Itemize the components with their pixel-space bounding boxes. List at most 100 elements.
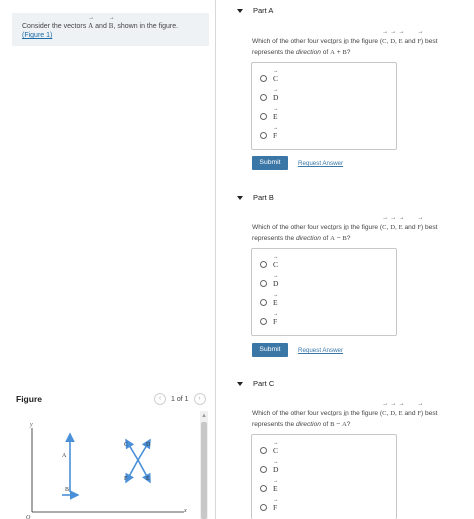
- part-b-request-answer-link[interactable]: Request Answer: [298, 347, 343, 354]
- collapse-triangle-icon[interactable]: [237, 381, 243, 386]
- option-e[interactable]: E: [260, 106, 278, 121]
- part-a-submit-button[interactable]: Submit: [252, 156, 288, 170]
- question-vec-f: F: [417, 29, 421, 47]
- x-axis-label: x: [183, 508, 187, 514]
- option-label: E: [273, 292, 278, 307]
- option-label: D: [273, 459, 279, 474]
- radio-button[interactable]: [260, 447, 267, 454]
- option-label: C: [273, 68, 278, 83]
- question-vec-d: D: [390, 215, 395, 233]
- option-e[interactable]: E: [260, 292, 278, 307]
- panel-divider: [215, 0, 216, 519]
- option-f[interactable]: F: [260, 125, 277, 140]
- radio-button[interactable]: [260, 504, 267, 511]
- option-label: E: [273, 106, 278, 121]
- radio-button[interactable]: [260, 75, 267, 82]
- option-label: F: [273, 311, 277, 326]
- question-vec-f: F: [417, 215, 421, 233]
- option-label: C: [273, 440, 278, 455]
- pager-text: 1 of 1: [171, 395, 189, 403]
- part-a-request-answer-link[interactable]: Request Answer: [298, 160, 343, 167]
- question-prefix: Which of the other four vectors in the f…: [252, 410, 383, 417]
- part-a-question: Which of the other four vectors in the f…: [252, 29, 462, 58]
- question-vec-d: D: [390, 29, 395, 47]
- question-of: of: [320, 421, 331, 428]
- option-c[interactable]: C: [260, 254, 278, 269]
- figure-heading: Figure: [16, 394, 42, 404]
- option-label: C: [273, 254, 278, 269]
- question-expr-b: B: [342, 40, 347, 58]
- option-label: F: [273, 497, 277, 512]
- part-b-question: Which of the other four vectors in the f…: [252, 215, 462, 244]
- option-label: F: [273, 125, 277, 140]
- vector-d-label: D: [146, 442, 151, 448]
- vector-c-label: C: [124, 442, 128, 448]
- origin-label: O: [26, 515, 31, 519]
- question-operator: −: [334, 421, 343, 428]
- question-vec-c: C: [382, 215, 387, 233]
- question-direction: direction: [295, 235, 321, 242]
- chevron-left-icon[interactable]: ‹: [154, 393, 166, 405]
- part-b-options: C D E F: [251, 248, 397, 336]
- option-c[interactable]: C: [260, 68, 278, 83]
- radio-button[interactable]: [260, 132, 267, 139]
- radio-button[interactable]: [260, 94, 267, 101]
- scroll-up-arrow-icon[interactable]: ▲: [200, 411, 208, 421]
- question-of: of: [320, 235, 331, 242]
- problem-intro: Consider the vectors A and B, shown in t…: [12, 13, 209, 46]
- question-vec-f: F: [417, 401, 421, 419]
- question-expr-b: B: [342, 226, 347, 244]
- vector-e-label: E: [146, 476, 150, 482]
- part-b-title: Part B: [253, 193, 274, 202]
- option-label: E: [273, 478, 278, 493]
- question-vec-c: C: [382, 401, 387, 419]
- vector-a-symbol: A: [88, 15, 93, 31]
- part-c-header[interactable]: Part C: [237, 379, 274, 388]
- radio-button[interactable]: [260, 299, 267, 306]
- option-f[interactable]: F: [260, 311, 277, 326]
- option-d[interactable]: D: [260, 87, 279, 102]
- question-vec-e: E: [399, 29, 403, 47]
- question-vec-c: C: [382, 29, 387, 47]
- option-e[interactable]: E: [260, 478, 278, 493]
- intro-text-suffix: , shown in the figure.: [113, 23, 179, 30]
- part-c-options: C D E F: [251, 434, 397, 519]
- figure-scroll-thumb[interactable]: [201, 422, 207, 519]
- vector-b-symbol: B: [109, 15, 114, 31]
- part-c-title: Part C: [253, 379, 275, 388]
- option-c[interactable]: C: [260, 440, 278, 455]
- question-end: ?: [346, 49, 351, 56]
- vector-a-label: A: [62, 453, 67, 459]
- radio-button[interactable]: [260, 485, 267, 492]
- option-d[interactable]: D: [260, 273, 279, 288]
- question-vec-e: E: [399, 215, 403, 233]
- option-label: D: [273, 273, 279, 288]
- radio-button[interactable]: [260, 318, 267, 325]
- question-vec-e: E: [399, 401, 403, 419]
- figure-link[interactable]: (Figure 1): [22, 32, 52, 39]
- question-direction: direction: [295, 49, 321, 56]
- radio-button[interactable]: [260, 280, 267, 287]
- radio-button[interactable]: [260, 466, 267, 473]
- question-operator: −: [334, 235, 343, 242]
- part-b-submit-button[interactable]: Submit: [252, 343, 288, 357]
- option-d[interactable]: D: [260, 459, 279, 474]
- question-direction: direction: [295, 421, 321, 428]
- radio-button[interactable]: [260, 113, 267, 120]
- option-f[interactable]: F: [260, 497, 277, 512]
- chevron-right-icon[interactable]: ›: [193, 393, 206, 405]
- part-c-question: Which of the other four vectors in the f…: [252, 401, 462, 430]
- vector-f-arrow: [125, 459, 139, 484]
- intro-and: and: [93, 23, 109, 30]
- collapse-triangle-icon[interactable]: [237, 195, 243, 200]
- question-prefix: Which of the other four vectors in the f…: [252, 38, 383, 45]
- intro-text-prefix: Consider the vectors: [22, 23, 89, 30]
- part-a-header[interactable]: Part A: [237, 6, 273, 15]
- question-end: ?: [346, 235, 351, 242]
- radio-button[interactable]: [260, 261, 267, 268]
- collapse-triangle-icon[interactable]: [237, 8, 243, 13]
- vector-figure: y x O A B C D E F: [26, 422, 187, 519]
- part-b-header[interactable]: Part B: [237, 193, 274, 202]
- part-a-options: C D E F: [251, 62, 397, 150]
- vector-b-label: B: [65, 487, 69, 493]
